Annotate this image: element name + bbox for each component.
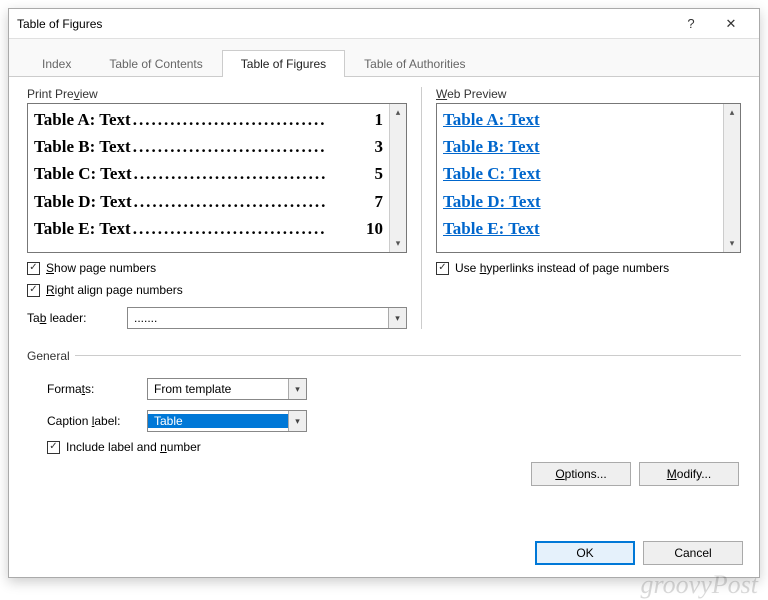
caption-label-label: Caption label: bbox=[47, 414, 137, 428]
show-page-numbers-label: Show page numbers bbox=[46, 261, 156, 275]
tab-bar: Index Table of Contents Table of Figures… bbox=[9, 39, 759, 77]
scroll-up-icon[interactable]: ▴ bbox=[390, 104, 406, 121]
tab-table-of-figures[interactable]: Table of Figures bbox=[222, 50, 345, 77]
titlebar: Table of Figures ? ✕ bbox=[9, 9, 759, 39]
print-preview-scrollbar[interactable]: ▴ ▾ bbox=[389, 104, 406, 252]
general-label: General bbox=[27, 349, 70, 363]
general-section: General Formats: From template ▾ Caption… bbox=[27, 343, 741, 454]
tab-table-of-contents[interactable]: Table of Contents bbox=[90, 50, 221, 77]
scroll-up-icon[interactable]: ▴ bbox=[724, 104, 740, 121]
preview-line: Table E: Text ..........................… bbox=[34, 215, 383, 242]
print-preview-section: Print Preview Table A: Text ............… bbox=[27, 87, 422, 329]
caption-label-combo[interactable]: Table ▾ bbox=[147, 410, 307, 432]
include-label-label: Include label and number bbox=[66, 440, 201, 454]
help-button[interactable]: ? bbox=[671, 10, 711, 38]
formats-label: Formats: bbox=[47, 382, 137, 396]
options-button[interactable]: Options... bbox=[531, 462, 631, 486]
close-button[interactable]: ✕ bbox=[711, 10, 751, 38]
web-preview-link[interactable]: Table C: Text bbox=[443, 160, 717, 187]
print-preview-box: Table A: Text ..........................… bbox=[27, 103, 407, 253]
table-of-figures-dialog: Table of Figures ? ✕ Index Table of Cont… bbox=[8, 8, 760, 578]
preview-line: Table B: Text ..........................… bbox=[34, 133, 383, 160]
tab-index[interactable]: Index bbox=[23, 50, 90, 77]
web-preview-link[interactable]: Table B: Text bbox=[443, 133, 717, 160]
show-page-numbers-checkbox[interactable] bbox=[27, 262, 40, 275]
chevron-down-icon[interactable]: ▾ bbox=[388, 308, 406, 328]
ok-button[interactable]: OK bbox=[535, 541, 635, 565]
right-align-checkbox[interactable] bbox=[27, 284, 40, 297]
preview-line: Table D: Text ..........................… bbox=[34, 188, 383, 215]
dialog-title: Table of Figures bbox=[17, 17, 671, 31]
web-preview-link[interactable]: Table E: Text bbox=[443, 215, 717, 242]
web-preview-link[interactable]: Table A: Text bbox=[443, 106, 717, 133]
tab-leader-label: Tab leader: bbox=[27, 311, 117, 325]
web-preview-scrollbar[interactable]: ▴ ▾ bbox=[723, 104, 740, 252]
web-preview-label: Web Preview bbox=[436, 87, 741, 101]
web-preview-section: Web Preview Table A: Text Table B: Text … bbox=[436, 87, 741, 329]
right-align-label: Right align page numbers bbox=[46, 283, 183, 297]
tab-table-of-authorities[interactable]: Table of Authorities bbox=[345, 50, 484, 77]
web-preview-link[interactable]: Table D: Text bbox=[443, 188, 717, 215]
cancel-button[interactable]: Cancel bbox=[643, 541, 743, 565]
web-preview-box: Table A: Text Table B: Text Table C: Tex… bbox=[436, 103, 741, 253]
print-preview-label: Print Preview bbox=[27, 87, 407, 101]
modify-button[interactable]: Modify... bbox=[639, 462, 739, 486]
chevron-down-icon[interactable]: ▾ bbox=[288, 411, 306, 431]
use-hyperlinks-label: Use hyperlinks instead of page numbers bbox=[455, 261, 669, 275]
chevron-down-icon[interactable]: ▾ bbox=[288, 379, 306, 399]
tab-leader-combo[interactable]: ....... ▾ bbox=[127, 307, 407, 329]
scroll-down-icon[interactable]: ▾ bbox=[724, 235, 740, 252]
include-label-checkbox[interactable] bbox=[47, 441, 60, 454]
formats-combo[interactable]: From template ▾ bbox=[147, 378, 307, 400]
preview-line: Table C: Text ..........................… bbox=[34, 160, 383, 187]
use-hyperlinks-checkbox[interactable] bbox=[436, 262, 449, 275]
scroll-down-icon[interactable]: ▾ bbox=[390, 235, 406, 252]
preview-line: Table A: Text ..........................… bbox=[34, 106, 383, 133]
